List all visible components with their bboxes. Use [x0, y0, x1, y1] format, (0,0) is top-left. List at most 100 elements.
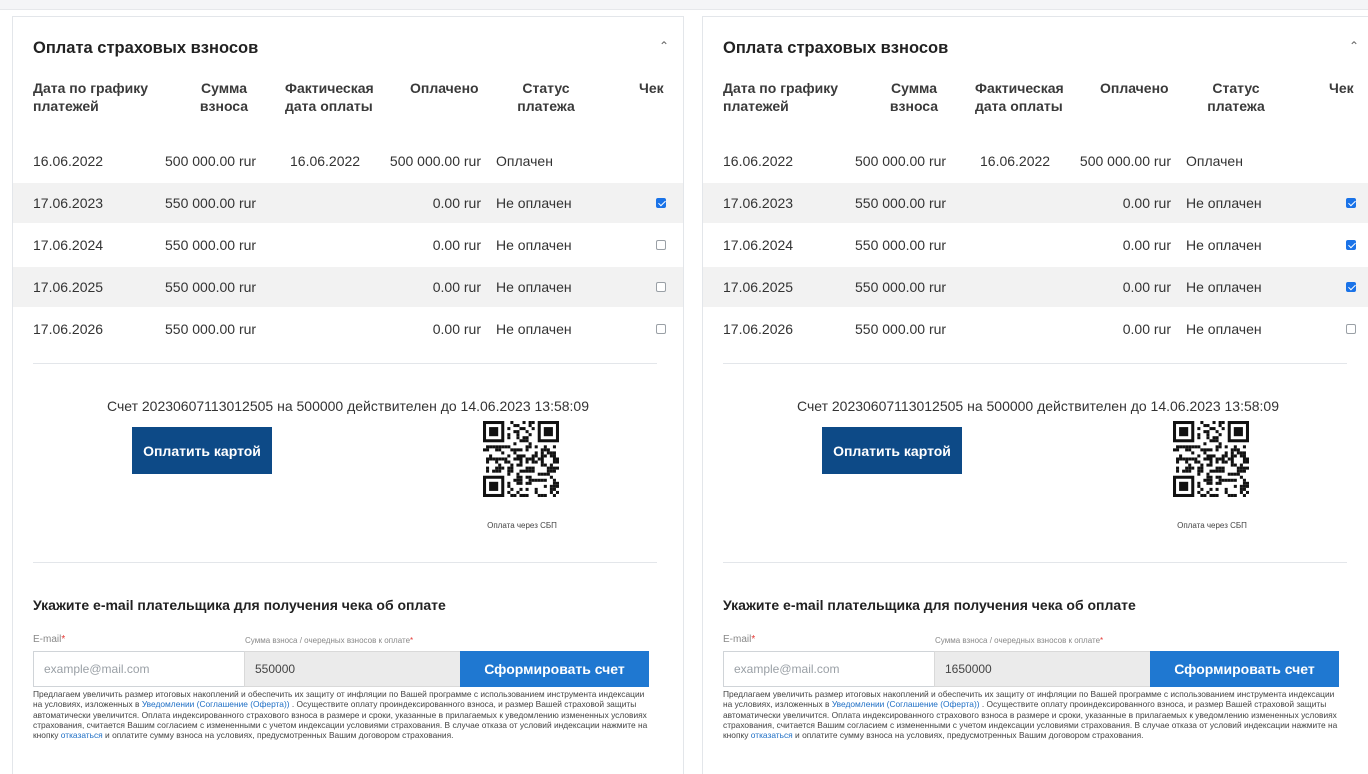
table-row: 17.06.2024 550 000.00 rur 0.00 rur Не оплач… — [703, 225, 1368, 265]
cell-date: 17.06.2025 — [723, 279, 794, 295]
column-header-sum: Сумма взноса — [199, 80, 249, 114]
cell-date: 17.06.2025 — [33, 279, 104, 295]
receipt-checkbox[interactable] — [656, 324, 666, 334]
email-label: E-mail* — [33, 634, 66, 645]
column-header-fact-date: Фактическая дата оплаты — [975, 80, 1064, 114]
cell-sum: 550 000.00 rur — [165, 279, 257, 295]
panel-title: Оплата страховых взносов — [33, 39, 259, 57]
divider — [33, 363, 657, 364]
cell-status: Оплачен — [1186, 153, 1243, 169]
sum-field[interactable]: 550000 — [244, 651, 461, 687]
column-header-date: Дата по графику платежей — [33, 80, 149, 114]
qr-code-icon[interactable] — [483, 421, 559, 497]
panel-title: Оплата страховых взносов — [723, 39, 949, 57]
receipt-checkbox[interactable] — [1346, 324, 1356, 334]
cell-status: Не оплачен — [1186, 237, 1262, 253]
cell-sum: 550 000.00 rur — [165, 321, 257, 337]
chevron-up-icon[interactable]: ⌃ — [1349, 39, 1359, 53]
cell-date: 17.06.2024 — [33, 237, 104, 253]
receipt-checkbox[interactable] — [1346, 240, 1356, 250]
sum-field[interactable]: 1650000 — [934, 651, 1151, 687]
cell-sum: 550 000.00 rur — [855, 195, 947, 211]
pay-by-card-button[interactable]: Оплатить картой — [132, 427, 272, 474]
column-header-paid: Оплачено — [1100, 80, 1169, 96]
cell-paid: 0.00 rur — [432, 279, 481, 295]
column-header-status: Статус платежа — [517, 80, 575, 114]
qr-code-icon[interactable] — [1173, 421, 1249, 497]
table-row: 17.06.2026 550 000.00 rur 0.00 rur Не оплач… — [13, 309, 683, 349]
cell-date: 16.06.2022 — [723, 153, 794, 169]
email-field[interactable]: example@mail.com — [33, 651, 245, 687]
cell-paid: 0.00 rur — [432, 321, 481, 337]
receipt-checkbox[interactable] — [1346, 282, 1356, 292]
cell-status: Не оплачен — [1186, 279, 1262, 295]
email-label: E-mail* — [723, 634, 756, 645]
receipt-checkbox[interactable] — [656, 198, 666, 208]
cell-status: Не оплачен — [1186, 195, 1262, 211]
table-row: 17.06.2023 550 000.00 rur 0.00 rur Не оплач… — [703, 183, 1368, 223]
cell-fact-date: 16.06.2022 — [290, 153, 361, 169]
notice-agreement-link[interactable]: Уведомлении (Соглашение (Оферта)) — [142, 699, 290, 709]
cell-paid: 0.00 rur — [1122, 195, 1171, 211]
table-row: 17.06.2025 550 000.00 rur 0.00 rur Не оплач… — [703, 267, 1368, 307]
cell-sum: 550 000.00 rur — [165, 195, 257, 211]
table-row: 16.06.2022 500 000.00 rur 16.06.2022 500 00… — [703, 141, 1368, 181]
email-section-title: Укажите e-mail плательщика для получения… — [723, 597, 1136, 613]
cell-paid: 0.00 rur — [432, 195, 481, 211]
cell-paid: 0.00 rur — [1122, 279, 1171, 295]
cell-status: Не оплачен — [496, 279, 572, 295]
invoice-text: Счет 20230607113012505 на 500000 действи… — [797, 398, 1279, 414]
cell-date: 17.06.2024 — [723, 237, 794, 253]
cell-sum: 550 000.00 rur — [165, 237, 257, 253]
column-header-check: Чек — [639, 80, 664, 96]
indexation-notice: Предлагаем увеличить размер итоговых нак… — [723, 689, 1343, 740]
create-invoice-button[interactable]: Сформировать счет — [460, 651, 649, 687]
cell-date: 17.06.2023 — [723, 195, 794, 211]
sum-label: Сумма взноса / очередных взносов к оплат… — [245, 636, 414, 645]
divider — [723, 562, 1347, 563]
notice-agreement-link[interactable]: Уведомлении (Соглашение (Оферта)) — [832, 699, 980, 709]
cell-date: 17.06.2023 — [33, 195, 104, 211]
column-header-fact-date: Фактическая дата оплаты — [285, 80, 374, 114]
pay-by-card-button[interactable]: Оплатить картой — [822, 427, 962, 474]
cell-status: Не оплачен — [1186, 321, 1262, 337]
cell-paid: 500 000.00 rur — [389, 153, 481, 169]
notice-text: и оплатите сумму взноса на условиях, пре… — [792, 730, 1144, 741]
column-header-paid: Оплачено — [410, 80, 479, 96]
receipt-checkbox[interactable] — [656, 240, 666, 250]
refuse-link[interactable]: отказаться — [751, 730, 793, 740]
cell-sum: 550 000.00 rur — [855, 279, 947, 295]
top-bar — [0, 0, 1368, 10]
email-section-title: Укажите e-mail плательщика для получения… — [33, 597, 446, 613]
divider — [33, 562, 657, 563]
payment-panel-right: Оплата страховых взносов ⌃ Дата по графи… — [702, 16, 1368, 774]
email-field[interactable]: example@mail.com — [723, 651, 935, 687]
qr-caption: Оплата через СБП — [487, 521, 557, 530]
divider — [723, 363, 1347, 364]
receipt-checkbox[interactable] — [656, 282, 666, 292]
create-invoice-button[interactable]: Сформировать счет — [1150, 651, 1339, 687]
receipt-checkbox[interactable] — [1346, 198, 1356, 208]
table-row: 17.06.2023 550 000.00 rur 0.00 rur Не оплач… — [13, 183, 683, 223]
cell-fact-date: 16.06.2022 — [980, 153, 1051, 169]
cell-sum: 550 000.00 rur — [855, 321, 947, 337]
column-header-check: Чек — [1329, 80, 1354, 96]
cell-status: Оплачен — [496, 153, 553, 169]
payment-panel-left: Оплата страховых взносов ⌃ Дата по графи… — [12, 16, 684, 774]
qr-caption: Оплата через СБП — [1177, 521, 1247, 530]
column-header-sum: Сумма взноса — [889, 80, 939, 114]
refuse-link[interactable]: отказаться — [61, 730, 103, 740]
sum-label: Сумма взноса / очередных взносов к оплат… — [935, 636, 1104, 645]
cell-sum: 550 000.00 rur — [855, 237, 947, 253]
table-row: 17.06.2024 550 000.00 rur 0.00 rur Не оплач… — [13, 225, 683, 265]
cell-status: Не оплачен — [496, 237, 572, 253]
table-row: 17.06.2026 550 000.00 rur 0.00 rur Не оплач… — [703, 309, 1368, 349]
cell-date: 17.06.2026 — [33, 321, 104, 337]
column-header-status: Статус платежа — [1207, 80, 1265, 114]
cell-date: 17.06.2026 — [723, 321, 794, 337]
column-header-date: Дата по графику платежей — [723, 80, 839, 114]
cell-paid: 0.00 rur — [1122, 237, 1171, 253]
table-row: 17.06.2025 550 000.00 rur 0.00 rur Не оплач… — [13, 267, 683, 307]
cell-paid: 0.00 rur — [432, 237, 481, 253]
chevron-up-icon[interactable]: ⌃ — [659, 39, 669, 53]
